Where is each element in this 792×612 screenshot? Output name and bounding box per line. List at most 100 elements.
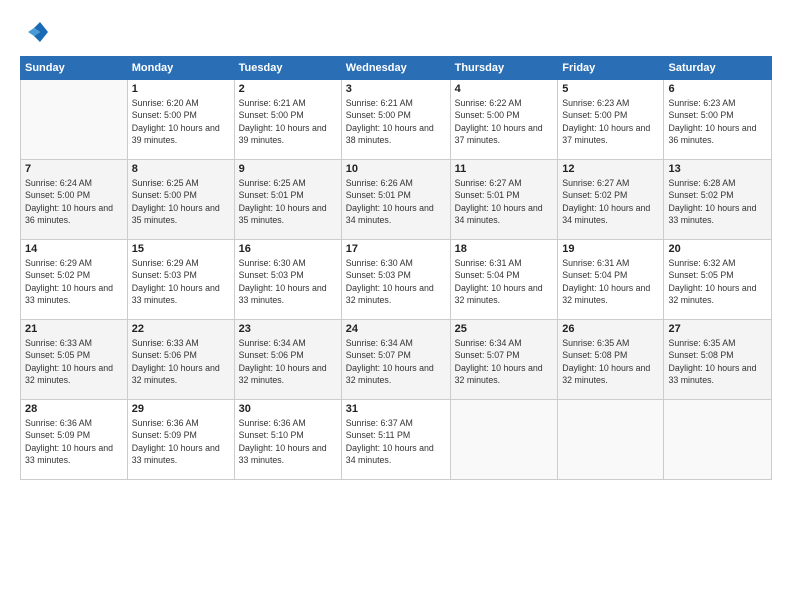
day-number: 31 — [346, 403, 446, 415]
calendar-cell: 25Sunrise: 6:34 AM Sunset: 5:07 PM Dayli… — [450, 320, 558, 400]
day-info: Sunrise: 6:36 AM Sunset: 5:09 PM Dayligh… — [25, 417, 123, 466]
weekday-header-friday: Friday — [558, 57, 664, 80]
calendar-cell: 16 Sunrise: 6:30 AM Sunset: 5:03 PM Dayli… — [234, 240, 341, 320]
calendar-cell: 24 Sunrise: 6:34 AM Sunset: 5:07 PM Dayli… — [341, 320, 450, 400]
header — [20, 18, 772, 46]
day-info: Sunrise: 6:32 AM Sunset: 5:05 PM Dayligh… — [668, 257, 767, 306]
calendar-week-row: 14 Sunrise: 6:29 AM Sunset: 5:02 PM Dayli… — [21, 240, 772, 320]
day-number: 16 — [239, 243, 337, 255]
calendar-cell: 11 Sunrise: 6:27 AM Sunset: 5:01 PM Dayli… — [450, 160, 558, 240]
calendar-cell: 8 Sunrise: 6:25 AM Sunset: 5:00 PM Daylig… — [127, 160, 234, 240]
calendar-cell: 12 Sunrise: 6:27 AM Sunset: 5:02 PM Dayli… — [558, 160, 664, 240]
calendar-cell: 10Sunrise: 6:26 AM Sunset: 5:01 PM Dayli… — [341, 160, 450, 240]
day-info: Sunrise: 6:20 AM Sunset: 5:00 PM Dayligh… — [132, 97, 230, 146]
calendar-cell: 13 Sunrise: 6:28 AM Sunset: 5:02 PM Dayli… — [664, 160, 772, 240]
calendar-cell: 1 Sunrise: 6:20 AM Sunset: 5:00 PM Daylig… — [127, 80, 234, 160]
day-info: Sunrise: 6:37 AM Sunset: 5:11 PM Dayligh… — [346, 417, 446, 466]
day-info: Sunrise: 6:28 AM Sunset: 5:02 PM Dayligh… — [668, 177, 767, 226]
calendar-cell — [21, 80, 128, 160]
day-info: Sunrise: 6:31 AM Sunset: 5:04 PM Dayligh… — [455, 257, 554, 306]
weekday-header-monday: Monday — [127, 57, 234, 80]
day-number: 15 — [132, 243, 230, 255]
day-info: Sunrise: 6:21 AM Sunset: 5:00 PM Dayligh… — [346, 97, 446, 146]
calendar-cell: 18 Sunrise: 6:31 AM Sunset: 5:04 PM Dayli… — [450, 240, 558, 320]
calendar-cell: 7 Sunrise: 6:24 AM Sunset: 5:00 PM Daylig… — [21, 160, 128, 240]
day-info: Sunrise: 6:30 AM Sunset: 5:03 PM Dayligh… — [239, 257, 337, 306]
calendar-cell: 22 Sunrise: 6:33 AM Sunset: 5:06 PM Dayli… — [127, 320, 234, 400]
day-info: Sunrise: 6:29 AM Sunset: 5:03 PM Dayligh… — [132, 257, 230, 306]
day-info: Sunrise: 6:27 AM Sunset: 5:02 PM Dayligh… — [562, 177, 659, 226]
weekday-header-saturday: Saturday — [664, 57, 772, 80]
calendar-cell: 26 Sunrise: 6:35 AM Sunset: 5:08 PM Dayli… — [558, 320, 664, 400]
calendar-cell — [558, 400, 664, 480]
day-number: 24 — [346, 323, 446, 335]
day-info: Sunrise: 6:27 AM Sunset: 5:01 PM Dayligh… — [455, 177, 554, 226]
page: SundayMondayTuesdayWednesdayThursdayFrid… — [0, 0, 792, 612]
day-number: 12 — [562, 163, 659, 175]
day-number: 29 — [132, 403, 230, 415]
calendar-cell: 27Sunrise: 6:35 AM Sunset: 5:08 PM Dayli… — [664, 320, 772, 400]
day-info: Sunrise: 6:23 AM Sunset: 5:00 PM Dayligh… — [668, 97, 767, 146]
day-number: 18 — [455, 243, 554, 255]
calendar-week-row: 7 Sunrise: 6:24 AM Sunset: 5:00 PM Daylig… — [21, 160, 772, 240]
calendar-cell: 20 Sunrise: 6:32 AM Sunset: 5:05 PM Dayli… — [664, 240, 772, 320]
day-number: 1 — [132, 83, 230, 95]
day-number: 6 — [668, 83, 767, 95]
day-number: 13 — [668, 163, 767, 175]
day-number: 19 — [562, 243, 659, 255]
day-number: 21 — [25, 323, 123, 335]
calendar-cell: 23 Sunrise: 6:34 AM Sunset: 5:06 PM Dayli… — [234, 320, 341, 400]
calendar-cell: 29 Sunrise: 6:36 AM Sunset: 5:09 PM Dayli… — [127, 400, 234, 480]
day-info: Sunrise: 6:33 AM Sunset: 5:06 PM Dayligh… — [132, 337, 230, 386]
day-info: Sunrise: 6:23 AM Sunset: 5:00 PM Dayligh… — [562, 97, 659, 146]
day-number: 7 — [25, 163, 123, 175]
calendar-week-row: 28Sunrise: 6:36 AM Sunset: 5:09 PM Dayli… — [21, 400, 772, 480]
day-number: 2 — [239, 83, 337, 95]
day-info: Sunrise: 6:34 AM Sunset: 5:07 PM Dayligh… — [346, 337, 446, 386]
day-info: Sunrise: 6:34 AM Sunset: 5:06 PM Dayligh… — [239, 337, 337, 386]
calendar-cell: 31 Sunrise: 6:37 AM Sunset: 5:11 PM Dayli… — [341, 400, 450, 480]
day-number: 23 — [239, 323, 337, 335]
calendar-cell: 17 Sunrise: 6:30 AM Sunset: 5:03 PM Dayli… — [341, 240, 450, 320]
day-number: 30 — [239, 403, 337, 415]
day-number: 22 — [132, 323, 230, 335]
day-info: Sunrise: 6:22 AM Sunset: 5:00 PM Dayligh… — [455, 97, 554, 146]
calendar-cell: 6 Sunrise: 6:23 AM Sunset: 5:00 PM Daylig… — [664, 80, 772, 160]
day-info: Sunrise: 6:34 AM Sunset: 5:07 PM Dayligh… — [455, 337, 554, 386]
day-number: 20 — [668, 243, 767, 255]
logo — [20, 18, 52, 46]
calendar-cell: 5 Sunrise: 6:23 AM Sunset: 5:00 PM Daylig… — [558, 80, 664, 160]
day-info: Sunrise: 6:25 AM Sunset: 5:00 PM Dayligh… — [132, 177, 230, 226]
weekday-header-thursday: Thursday — [450, 57, 558, 80]
day-info: Sunrise: 6:29 AM Sunset: 5:02 PM Dayligh… — [25, 257, 123, 306]
calendar-table: SundayMondayTuesdayWednesdayThursdayFrid… — [20, 56, 772, 480]
calendar-cell: 30Sunrise: 6:36 AM Sunset: 5:10 PM Dayli… — [234, 400, 341, 480]
weekday-header-tuesday: Tuesday — [234, 57, 341, 80]
day-info: Sunrise: 6:26 AM Sunset: 5:01 PM Dayligh… — [346, 177, 446, 226]
day-number: 9 — [239, 163, 337, 175]
calendar-week-row: 1 Sunrise: 6:20 AM Sunset: 5:00 PM Daylig… — [21, 80, 772, 160]
calendar-cell: 28Sunrise: 6:36 AM Sunset: 5:09 PM Dayli… — [21, 400, 128, 480]
day-number: 5 — [562, 83, 659, 95]
calendar-cell: 9Sunrise: 6:25 AM Sunset: 5:01 PM Daylig… — [234, 160, 341, 240]
day-info: Sunrise: 6:36 AM Sunset: 5:09 PM Dayligh… — [132, 417, 230, 466]
day-number: 11 — [455, 163, 554, 175]
day-number: 3 — [346, 83, 446, 95]
day-number: 14 — [25, 243, 123, 255]
calendar-cell: 2Sunrise: 6:21 AM Sunset: 5:00 PM Daylig… — [234, 80, 341, 160]
day-info: Sunrise: 6:33 AM Sunset: 5:05 PM Dayligh… — [25, 337, 123, 386]
calendar-cell: 19 Sunrise: 6:31 AM Sunset: 5:04 PM Dayli… — [558, 240, 664, 320]
calendar-cell: 15 Sunrise: 6:29 AM Sunset: 5:03 PM Dayli… — [127, 240, 234, 320]
day-number: 26 — [562, 323, 659, 335]
day-info: Sunrise: 6:31 AM Sunset: 5:04 PM Dayligh… — [562, 257, 659, 306]
day-number: 8 — [132, 163, 230, 175]
day-number: 4 — [455, 83, 554, 95]
weekday-header-row: SundayMondayTuesdayWednesdayThursdayFrid… — [21, 57, 772, 80]
day-info: Sunrise: 6:35 AM Sunset: 5:08 PM Dayligh… — [562, 337, 659, 386]
calendar-cell: 14 Sunrise: 6:29 AM Sunset: 5:02 PM Dayli… — [21, 240, 128, 320]
calendar-week-row: 21 Sunrise: 6:33 AM Sunset: 5:05 PM Dayli… — [21, 320, 772, 400]
day-number: 17 — [346, 243, 446, 255]
logo-icon — [20, 18, 48, 46]
day-info: Sunrise: 6:24 AM Sunset: 5:00 PM Dayligh… — [25, 177, 123, 226]
day-info: Sunrise: 6:30 AM Sunset: 5:03 PM Dayligh… — [346, 257, 446, 306]
